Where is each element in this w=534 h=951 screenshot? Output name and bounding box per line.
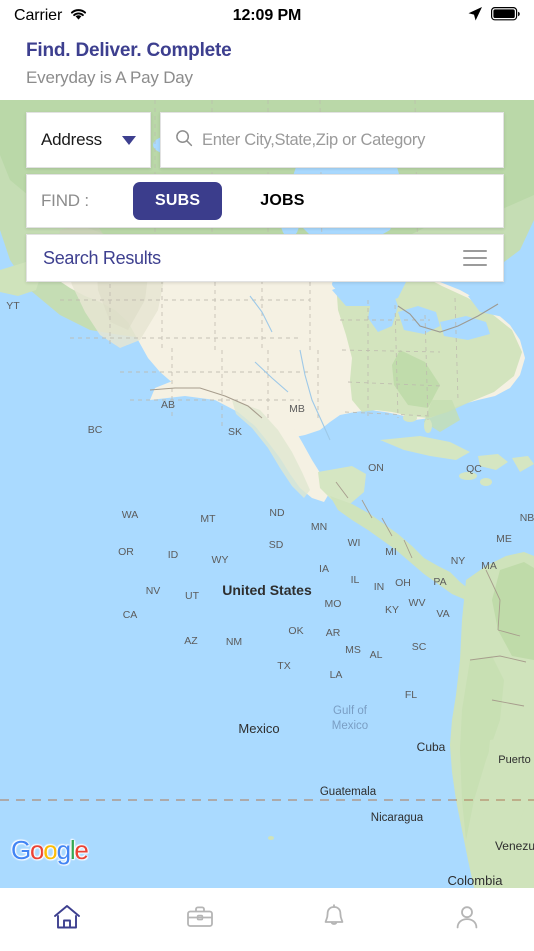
svg-text:Puerto R: Puerto R (498, 754, 534, 766)
search-row: Address (26, 112, 504, 168)
svg-text:MN: MN (311, 521, 327, 533)
google-watermark: Google (11, 835, 88, 866)
svg-text:Venezu: Venezu (495, 839, 534, 853)
svg-text:Gulf of: Gulf of (333, 705, 368, 717)
svg-text:VA: VA (436, 608, 449, 620)
search-panel-group: Address FIND : SUBS JOBS Search Results (26, 112, 504, 282)
svg-text:MB: MB (289, 403, 305, 415)
search-input[interactable] (202, 131, 489, 150)
svg-text:NY: NY (451, 555, 466, 567)
svg-text:KY: KY (385, 604, 399, 616)
svg-text:MI: MI (385, 546, 397, 558)
svg-text:MO: MO (325, 598, 342, 610)
svg-text:United States: United States (222, 582, 312, 598)
briefcase-icon (185, 903, 215, 936)
svg-text:SC: SC (412, 641, 427, 653)
svg-text:UT: UT (185, 590, 200, 602)
svg-text:Mexico: Mexico (238, 721, 279, 736)
svg-text:ON: ON (368, 462, 384, 474)
tab-jobs[interactable] (134, 889, 268, 951)
svg-text:Colombia: Colombia (448, 873, 504, 888)
svg-text:OK: OK (288, 625, 303, 637)
svg-text:ME: ME (496, 533, 512, 545)
search-results-bar[interactable]: Search Results (26, 234, 504, 282)
svg-text:PA: PA (433, 576, 446, 588)
chevron-down-icon (122, 136, 136, 145)
svg-text:CA: CA (123, 609, 138, 621)
svg-text:ID: ID (168, 549, 179, 561)
svg-text:Mexico: Mexico (332, 720, 368, 732)
status-bar-right (467, 6, 520, 27)
svg-text:WY: WY (212, 554, 229, 566)
location-arrow-icon (467, 6, 483, 27)
svg-text:IL: IL (351, 574, 360, 586)
svg-text:SD: SD (269, 539, 284, 551)
tab-home[interactable] (0, 889, 134, 951)
hamburger-menu-icon[interactable] (463, 250, 487, 266)
address-type-dropdown[interactable]: Address (26, 112, 151, 168)
carrier-label: Carrier (14, 7, 62, 25)
svg-text:Nicaragua: Nicaragua (371, 812, 424, 824)
svg-text:TX: TX (277, 660, 290, 672)
svg-text:AL: AL (370, 649, 383, 661)
svg-text:MA: MA (481, 560, 497, 572)
find-filter-bar: FIND : SUBS JOBS (26, 174, 504, 228)
page-title: Find. Deliver. Complete (26, 38, 508, 64)
tab-profile[interactable] (401, 889, 534, 951)
find-label: FIND : (41, 191, 133, 211)
home-icon (52, 903, 82, 936)
svg-text:NB: NB (520, 512, 534, 524)
svg-text:SK: SK (228, 426, 242, 438)
app-header: Find. Deliver. Complete Everyday is A Pa… (0, 32, 534, 100)
bell-icon (319, 903, 349, 936)
status-bar-left: Carrier (14, 7, 88, 26)
svg-text:FL: FL (405, 689, 417, 701)
person-icon (452, 903, 482, 936)
svg-text:WV: WV (409, 597, 426, 609)
svg-text:WA: WA (122, 509, 139, 521)
tab-jobs[interactable]: JOBS (242, 182, 322, 220)
svg-text:YT: YT (6, 300, 20, 312)
svg-text:MS: MS (345, 644, 361, 656)
page-subtitle: Everyday is A Pay Day (26, 66, 508, 90)
bottom-tab-bar (0, 888, 534, 950)
svg-text:WI: WI (348, 537, 361, 549)
search-results-title: Search Results (43, 248, 463, 269)
svg-text:AR: AR (326, 627, 341, 639)
svg-text:AZ: AZ (184, 635, 198, 647)
svg-text:IN: IN (374, 581, 385, 593)
tab-notifications[interactable] (267, 889, 401, 951)
svg-text:NV: NV (146, 585, 161, 597)
svg-text:MT: MT (200, 513, 216, 525)
svg-text:BC: BC (88, 424, 103, 436)
search-icon (175, 129, 193, 152)
tab-subs[interactable]: SUBS (133, 182, 222, 220)
svg-text:LA: LA (330, 669, 343, 681)
svg-text:AB: AB (161, 399, 175, 411)
svg-text:OR: OR (118, 546, 134, 558)
svg-text:IA: IA (319, 563, 329, 575)
search-field-container[interactable] (160, 112, 504, 168)
status-bar: Carrier 12:09 PM (0, 0, 534, 32)
svg-text:OH: OH (395, 577, 411, 589)
svg-text:Cuba: Cuba (417, 740, 446, 754)
svg-text:Guatemala: Guatemala (320, 786, 377, 798)
battery-full-icon (491, 7, 520, 26)
address-type-label: Address (41, 130, 118, 150)
svg-text:QC: QC (466, 463, 482, 475)
svg-text:NM: NM (226, 636, 242, 648)
svg-text:ND: ND (269, 507, 285, 519)
wifi-icon (69, 7, 88, 26)
